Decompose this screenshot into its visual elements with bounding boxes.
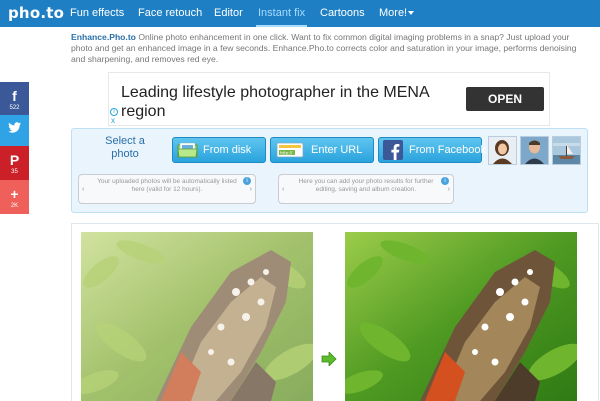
nav-editor[interactable]: Editor — [212, 0, 245, 27]
ad-close-icon[interactable]: x — [111, 117, 115, 125]
plus-icon: + — [10, 186, 19, 202]
share-count: 2K — [10, 203, 19, 209]
top-navbar: pho.to Fun effects Face retouch Editor I… — [0, 0, 600, 27]
upload-panel: Select a photo From disk http:// Enter U… — [71, 128, 588, 213]
chevron-left-icon[interactable]: ‹ — [82, 186, 84, 194]
pinterest-icon: P — [9, 152, 20, 168]
nav-more[interactable]: More! — [377, 0, 416, 27]
intro-brand: Enhance.Pho.to — [71, 32, 136, 42]
share-facebook-button[interactable]: f 522 — [0, 82, 29, 115]
intro-description: Online photo enhancement in one click. W… — [71, 32, 577, 64]
folder-icon — [177, 142, 198, 158]
arrow-right-icon — [321, 352, 337, 366]
info-icon[interactable]: i — [243, 177, 251, 185]
enhanced-photo — [345, 232, 577, 401]
share-count: 35 — [11, 169, 18, 175]
results-note: Here you can add your photo results for … — [278, 174, 454, 204]
from-disk-label: From disk — [203, 144, 252, 156]
nav-cartoons[interactable]: Cartoons — [318, 0, 367, 27]
share-more-button[interactable]: + 2K — [0, 180, 29, 214]
share-pinterest-button[interactable]: P 35 — [0, 146, 29, 180]
caret-down-icon — [408, 11, 415, 16]
ad-banner[interactable]: Leading lifestyle photographer in the ME… — [108, 72, 550, 126]
chevron-right-icon[interactable]: › — [448, 186, 450, 194]
sample-photo-woman[interactable] — [488, 136, 517, 165]
link-icon: http:// — [276, 142, 304, 158]
nav-fun-effects[interactable]: Fun effects — [68, 0, 126, 27]
sample-photo-man[interactable] — [520, 136, 549, 165]
from-disk-button[interactable]: From disk — [172, 137, 266, 163]
share-count: 522 — [9, 105, 20, 111]
nav-more-label: More! — [379, 7, 408, 19]
ad-title[interactable]: Leading lifestyle photographer in the ME… — [121, 83, 461, 121]
site-logo[interactable]: pho.to — [8, 4, 64, 22]
ad-info-icon[interactable]: i — [110, 108, 118, 116]
chevron-left-icon[interactable]: ‹ — [282, 186, 284, 194]
facebook-icon — [383, 140, 403, 160]
info-icon[interactable]: i — [441, 177, 449, 185]
enter-url-button[interactable]: http:// Enter URL — [270, 137, 374, 163]
enter-url-label: Enter URL — [311, 144, 363, 156]
facebook-icon: f — [12, 88, 17, 104]
uploaded-photos-note: Your uploaded photos will be automatical… — [78, 174, 256, 204]
nav-face-retouch[interactable]: Face retouch — [136, 0, 204, 27]
original-photo — [81, 232, 313, 401]
chevron-right-icon[interactable]: › — [250, 186, 252, 194]
sample-photo-boat[interactable] — [552, 136, 581, 165]
results-note-text: Here you can add your photo results for … — [298, 178, 434, 193]
sample-photos — [488, 136, 582, 165]
ad-open-button[interactable]: OPEN — [466, 87, 544, 111]
uploaded-photos-note-text: Your uploaded photos will be automatical… — [97, 178, 237, 193]
select-photo-label: Select a photo — [105, 135, 145, 160]
twitter-icon — [0, 115, 29, 137]
nav-instant-fix[interactable]: Instant fix — [256, 0, 308, 27]
from-facebook-label: From Facebook — [409, 144, 487, 156]
from-facebook-button[interactable]: From Facebook — [378, 137, 486, 163]
svg-text:http://: http:// — [280, 151, 293, 156]
share-twitter-button[interactable] — [0, 115, 29, 146]
intro-text: Enhance.Pho.to Online photo enhancement … — [71, 32, 591, 65]
